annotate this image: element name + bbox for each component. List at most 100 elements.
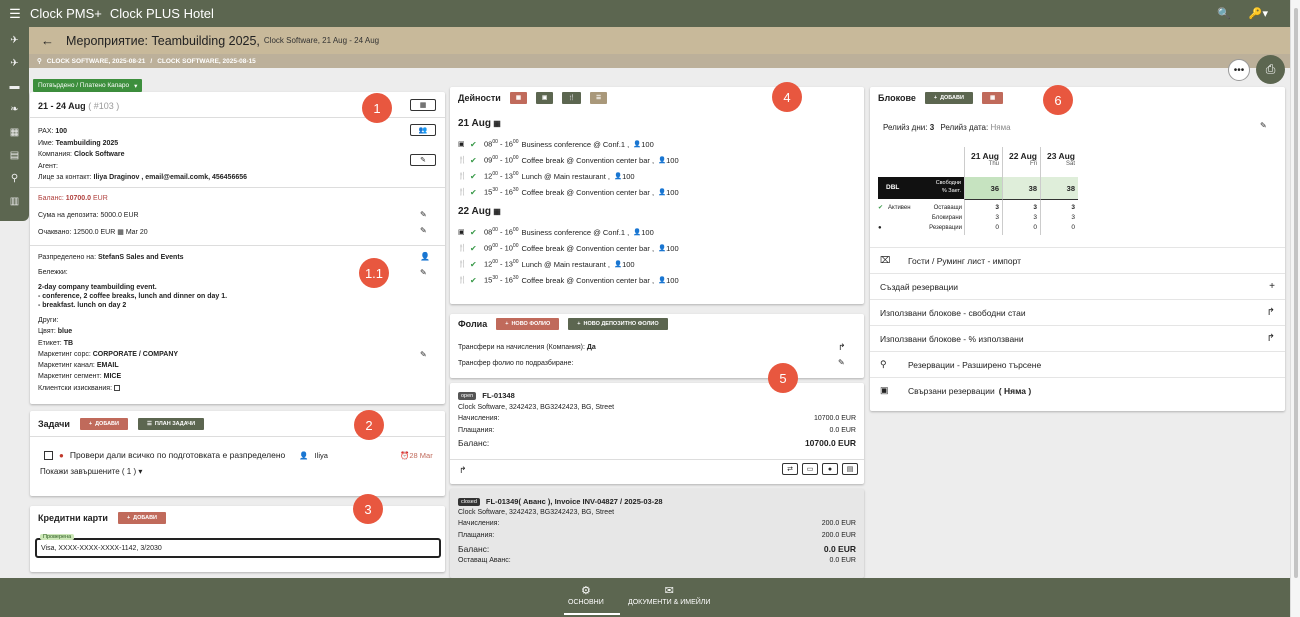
folio-transfer-icon[interactable]: ⇄: [782, 463, 798, 475]
scrollbar[interactable]: [1290, 0, 1300, 617]
activity-row[interactable]: ▣ ✔ 0800 - 1600 Business conference @ Conf.…: [458, 136, 858, 152]
key-icon[interactable]: 🔑▾: [1249, 7, 1268, 20]
client-req-checkbox[interactable]: [113, 384, 120, 391]
show-completed-link[interactable]: Покажи завършените ( 1 ) ▾: [40, 467, 142, 476]
activity-food-button[interactable]: 🍴: [562, 92, 582, 104]
folio-share-icon[interactable]: ↱: [459, 465, 467, 476]
edit-event-button[interactable]: ✎: [410, 154, 436, 166]
block-calendar-button[interactable]: ▦: [981, 92, 1004, 104]
search-icon[interactable]: 🔍: [1217, 7, 1231, 20]
edit-notes-icon[interactable]: ✎: [420, 268, 427, 277]
folio2-status-badge: closed: [458, 497, 480, 506]
tab-basic[interactable]: ⚙ ОСНОВНИ: [568, 584, 604, 606]
plan-tasks-button[interactable]: ☰ ПЛАН ЗАДАЧИ: [137, 418, 205, 430]
print-button[interactable]: ⎙: [1256, 55, 1285, 84]
used-blocks-free-action-icon[interactable]: ↱: [1267, 307, 1275, 318]
assign-person-icon[interactable]: 👤: [420, 252, 430, 261]
create-reservations-action-icon[interactable]: +: [1269, 281, 1275, 292]
activity-calendar-button[interactable]: ▦: [509, 92, 528, 104]
pax-icon: 👤: [658, 157, 667, 164]
activity-row[interactable]: 🍴 ✔ 1530 - 1630 Coffee break @ Convention c…: [458, 184, 858, 200]
activity-row[interactable]: 🍴 ✔ 0900 - 1000 Coffee break @ Convention c…: [458, 152, 858, 168]
activity-pax: 100: [666, 187, 679, 197]
marker-4: 4: [772, 82, 802, 112]
new-deposit-folio-button[interactable]: + НОВО ДЕПОЗИТНО ФОЛИО: [568, 318, 668, 330]
block-remaining: 3: [995, 204, 999, 211]
activity-row[interactable]: 🍴 ✔ 0900 - 1000 Coffee break @ Convention c…: [458, 240, 858, 256]
folio-card-payment-icon[interactable]: ▭: [802, 463, 818, 475]
status-dropdown[interactable]: Потвърдено / Платено Капаро ▾: [33, 79, 143, 92]
menu-reservations-search[interactable]: ⚲ Резервации - Разширено търсене: [870, 351, 1285, 377]
active-check-icon: ✔: [878, 205, 884, 211]
activity-row[interactable]: ▣ ✔ 0800 - 1600 Business conference @ Conf.…: [458, 224, 858, 240]
folio-print-icon[interactable]: ▤: [842, 463, 858, 475]
edit-expected-icon[interactable]: ✎: [420, 226, 427, 235]
leaf-icon[interactable]: ❧: [10, 100, 18, 120]
edit-default-transfer-icon[interactable]: ✎: [838, 358, 845, 367]
block-free-cell[interactable]: 36: [964, 177, 1002, 199]
add-block-button[interactable]: + ДОБАВИ: [924, 92, 973, 104]
menu-linked-reservations[interactable]: ▣ Свързани резервации( Няма ): [870, 377, 1285, 403]
activity-day-calendar-icon[interactable]: ▦: [491, 207, 501, 216]
block-day-dow: Fri: [1030, 161, 1037, 167]
activity-day-date: 22 Aug: [458, 206, 491, 217]
activity-day-calendar-icon[interactable]: ▦: [491, 119, 501, 128]
credit-card-item[interactable]: Проверена Visa, XXXX-XXXX-XXXX-1142, 3/2…: [35, 534, 441, 558]
transfer-share-icon[interactable]: ↱: [838, 342, 846, 353]
bed-icon[interactable]: ▬: [10, 77, 20, 97]
expected-value: 12500.0 EUR: [73, 229, 116, 236]
calendar-button[interactable]: ▦: [410, 99, 436, 111]
activity-row[interactable]: 🍴 ✔ 1200 - 1300 Lunch @ Main restaurant , 👤 1…: [458, 256, 858, 272]
breadcrumb-item-1[interactable]: CLOCK SOFTWARE, 2025-08-21: [47, 58, 146, 65]
add-task-button[interactable]: + ДОБАВИ: [79, 418, 128, 430]
folio-card-open[interactable]: open FL-01348 Clock Software, 3242423, B…: [450, 383, 864, 484]
search-nav-icon[interactable]: ⚲: [11, 169, 18, 189]
task-text[interactable]: Провери дали всичко по подготовката е ра…: [70, 450, 285, 460]
folio2-balance-value: 0.0 EUR: [823, 544, 856, 554]
gear-icon: ⚙: [580, 585, 591, 597]
menu-used-blocks-free[interactable]: Използвани блокове - свободни стаи ↱: [870, 299, 1285, 325]
breadcrumb-search-icon: ⚲: [37, 58, 42, 65]
book-icon[interactable]: ▥: [10, 192, 19, 212]
pax-button[interactable]: 👥: [410, 124, 436, 136]
activity-type-icon: 🍴: [458, 245, 467, 252]
activity-contact-button[interactable]: ▣: [536, 92, 554, 104]
edit-release-icon[interactable]: ✎: [1260, 121, 1267, 130]
hamburger-menu-icon[interactable]: ☰: [0, 6, 30, 22]
active-tab-indicator: [564, 613, 620, 615]
activity-row[interactable]: 🍴 ✔ 1200 - 1300 Lunch @ Main restaurant , 👤 1…: [458, 168, 858, 184]
document-icon[interactable]: ▤: [10, 146, 19, 166]
activities-title: Дейности: [458, 93, 501, 103]
edit-deposit-icon[interactable]: ✎: [420, 210, 427, 219]
folio-card-closed[interactable]: closed FL-01349( Аванс ), Invoice INV-04…: [450, 489, 864, 578]
menu-guests-import[interactable]: ⌧ Гости / Руминг лист - импорт: [870, 247, 1285, 273]
menu-create-reservations[interactable]: Създай резервации +: [870, 273, 1285, 299]
activity-row[interactable]: 🍴 ✔ 1530 - 1630 Coffee break @ Convention c…: [458, 272, 858, 288]
block-free-cell[interactable]: 38: [1040, 177, 1078, 199]
edit-others-icon[interactable]: ✎: [420, 350, 427, 359]
back-arrow-icon[interactable]: ←: [41, 33, 54, 48]
tab-documents[interactable]: ✉ ДОКУМЕНТИ & ИМЕЙЛИ: [628, 584, 710, 606]
block-remaining: 3: [1071, 204, 1075, 211]
block-day-date: 22 Aug: [1008, 151, 1037, 161]
activity-text: Coffee break @ Convention center bar ,: [521, 155, 655, 165]
guests-import-label: Гости / Руминг лист - импорт: [908, 255, 1022, 266]
folio-payments-label: Плащания:: [458, 427, 495, 434]
activity-list-button[interactable]: ☰: [590, 92, 608, 104]
folio-charges-value: 10700.0 EUR: [813, 415, 856, 422]
menu-used-blocks-percent[interactable]: Използвани блокове - % използвани ↱: [870, 325, 1285, 351]
task-checkbox[interactable]: [44, 450, 53, 460]
block-free-cell[interactable]: 38: [1002, 177, 1040, 199]
folio-cash-icon[interactable]: ●: [822, 463, 838, 475]
departures-icon[interactable]: ✈: [10, 54, 18, 74]
activity-time: 1200 - 1300: [484, 259, 519, 269]
status-label: Потвърдено / Платено Капаро: [38, 82, 130, 89]
more-options-button[interactable]: •••: [1228, 59, 1250, 81]
add-card-button[interactable]: + ДОБАВИ: [117, 512, 167, 524]
notes-line-2: - conference, 2 coffee breaks, lunch and…: [38, 293, 228, 300]
used-blocks-percent-action-icon[interactable]: ↱: [1267, 333, 1275, 344]
calendar-icon[interactable]: ▦: [10, 123, 19, 143]
breadcrumb-item-2[interactable]: CLOCK SOFTWARE, 2025-08-15: [157, 58, 256, 65]
new-folio-button[interactable]: + НОВО ФОЛИО: [496, 318, 560, 330]
arrivals-icon[interactable]: ✈: [10, 31, 18, 51]
